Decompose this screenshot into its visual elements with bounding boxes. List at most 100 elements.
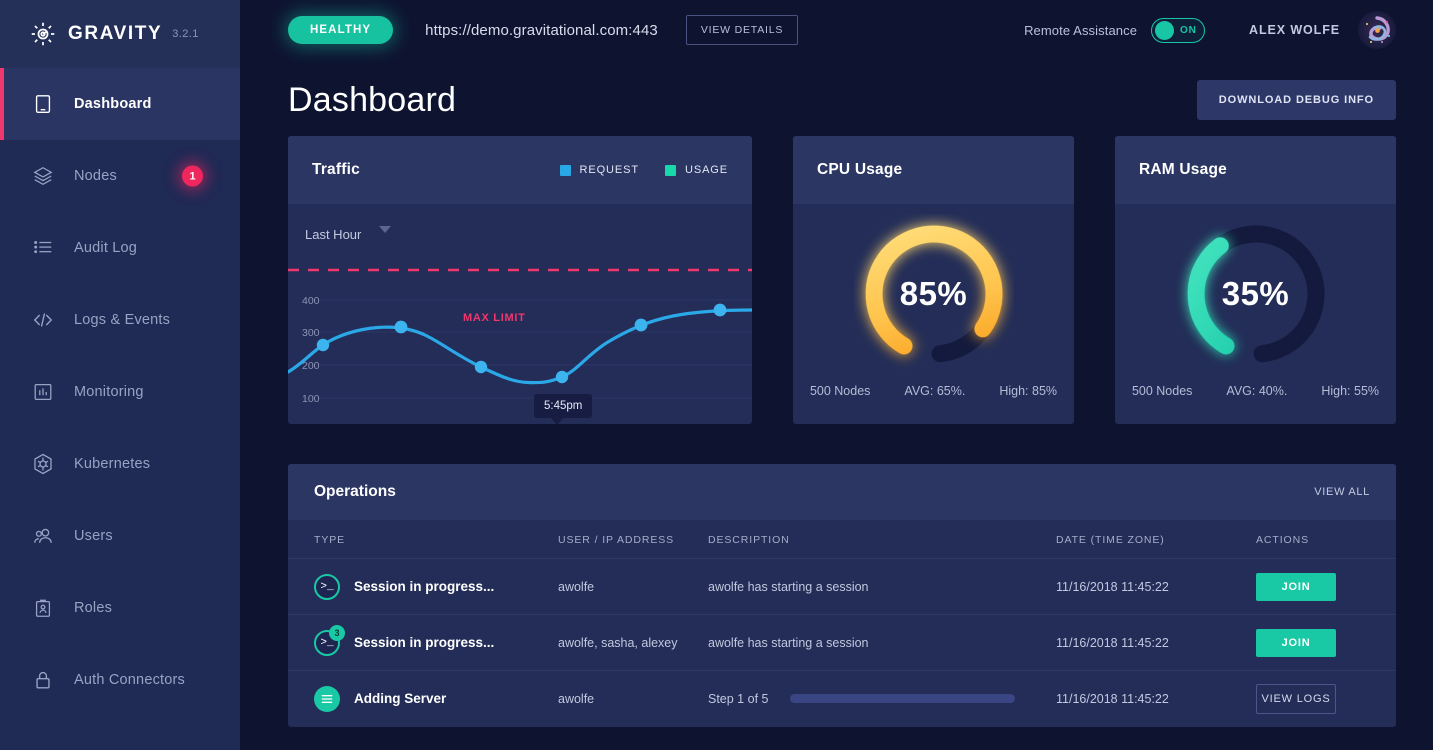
ram-avg: AVG: 40%. bbox=[1226, 384, 1287, 398]
view-all-link[interactable]: VIEW ALL bbox=[1314, 486, 1370, 498]
operation-description: Step 1 of 5 bbox=[708, 692, 768, 706]
cluster-url: https://demo.gravitational.com:443 bbox=[425, 22, 658, 39]
sidebar: GRAVITY 3.2.1 Dashboard bbox=[0, 0, 240, 750]
terminal-icon: >_ bbox=[314, 574, 340, 600]
join-button[interactable]: JOIN bbox=[1256, 573, 1336, 601]
column-header-description: DESCRIPTION bbox=[708, 520, 1056, 559]
operation-user: awolfe bbox=[558, 580, 594, 594]
cpu-usage-card: CPU Usage bbox=[793, 136, 1074, 424]
topbar: HEALTHY https://demo.gravitational.com:4… bbox=[240, 0, 1433, 60]
table-header-row: TYPE USER / IP ADDRESS DESCRIPTION DATE … bbox=[288, 520, 1396, 559]
table-body: >_ Session in progress... awolfe awolfe … bbox=[288, 559, 1396, 727]
sidebar-item-nodes[interactable]: Nodes 1 bbox=[0, 140, 240, 212]
operation-type: Session in progress... bbox=[354, 635, 494, 650]
max-limit-label: MAX LIMIT bbox=[463, 312, 526, 324]
sidebar-item-label: Users bbox=[74, 528, 113, 544]
svg-text:100: 100 bbox=[302, 393, 320, 405]
join-button[interactable]: JOIN bbox=[1256, 629, 1336, 657]
traffic-title: Traffic bbox=[312, 161, 360, 179]
sidebar-item-label: Monitoring bbox=[74, 384, 144, 400]
cards-row: Traffic REQUEST USAGE bbox=[240, 136, 1433, 424]
sidebar-item-logs-events[interactable]: Logs & Events bbox=[0, 284, 240, 356]
operations-card: Operations VIEW ALL TYPE USER / IP ADDRE… bbox=[288, 464, 1396, 727]
column-header-date: DATE (TIME ZONE) bbox=[1056, 520, 1256, 559]
layers-icon bbox=[30, 163, 56, 189]
operation-date: 11/16/2018 11:45:22 bbox=[1056, 580, 1169, 594]
topbar-right: Remote Assistance ON ALEX WOLFE bbox=[1024, 11, 1396, 49]
traffic-card: Traffic REQUEST USAGE bbox=[288, 136, 752, 424]
gear-logo-icon bbox=[30, 21, 56, 47]
remote-assistance-toggle[interactable]: ON bbox=[1151, 18, 1205, 43]
operation-type: Session in progress... bbox=[354, 579, 494, 594]
nodes-badge: 1 bbox=[182, 166, 203, 187]
sidebar-item-label: Logs & Events bbox=[74, 312, 170, 328]
ram-nodes: 500 Nodes bbox=[1132, 384, 1192, 398]
legend-item-request: REQUEST bbox=[560, 164, 639, 176]
operations-title: Operations bbox=[314, 483, 396, 501]
progress-bar bbox=[790, 694, 1015, 703]
ram-gauge-body: 35% 500 Nodes AVG: 40%. High: 55% bbox=[1115, 204, 1396, 424]
traffic-range-label: Last Hour bbox=[305, 227, 361, 242]
sidebar-item-monitoring[interactable]: Monitoring bbox=[0, 356, 240, 428]
list-icon bbox=[30, 235, 56, 261]
download-debug-info-button[interactable]: DOWNLOAD DEBUG INFO bbox=[1197, 80, 1396, 120]
view-details-button[interactable]: VIEW DETAILS bbox=[686, 15, 798, 45]
legend-label: REQUEST bbox=[580, 164, 639, 176]
operation-user: awolfe bbox=[558, 692, 594, 706]
table-row: Adding Server awolfe Step 1 of 5 bbox=[288, 671, 1396, 727]
terminal-glyph: >_ bbox=[320, 581, 333, 593]
ram-card-header: RAM Usage bbox=[1115, 136, 1396, 204]
ram-gauge: 35% bbox=[1176, 214, 1336, 374]
traffic-range-selector[interactable]: Last Hour bbox=[305, 226, 391, 243]
cpu-avg: AVG: 65%. bbox=[904, 384, 965, 398]
chart-tooltip: 5:45pm bbox=[534, 394, 592, 418]
ram-usage-card: RAM Usage bbox=[1115, 136, 1396, 424]
legend-label: USAGE bbox=[685, 164, 728, 176]
badge-id-icon bbox=[30, 595, 56, 621]
sidebar-item-audit-log[interactable]: Audit Log bbox=[0, 212, 240, 284]
ram-stats: 500 Nodes AVG: 40%. High: 55% bbox=[1115, 384, 1396, 398]
cpu-high: High: 85% bbox=[999, 384, 1057, 398]
view-logs-button[interactable]: VIEW LOGS bbox=[1256, 684, 1336, 714]
operations-section: Operations VIEW ALL TYPE USER / IP ADDRE… bbox=[240, 464, 1433, 727]
status-badge: HEALTHY bbox=[288, 16, 393, 44]
sidebar-item-roles[interactable]: Roles bbox=[0, 572, 240, 644]
column-header-type: TYPE bbox=[288, 520, 558, 559]
toggle-state-label: ON bbox=[1180, 25, 1197, 36]
operation-description: awolfe has starting a session bbox=[708, 580, 869, 594]
main-content: HEALTHY https://demo.gravitational.com:4… bbox=[240, 0, 1433, 750]
code-icon bbox=[30, 307, 56, 333]
brand-name: GRAVITY bbox=[68, 23, 162, 45]
traffic-legend: REQUEST USAGE bbox=[560, 164, 729, 176]
cpu-gauge: 85% bbox=[854, 214, 1014, 374]
traffic-chart: 400 300 200 100 bbox=[288, 204, 752, 424]
sidebar-item-auth-connectors[interactable]: Auth Connectors bbox=[0, 644, 240, 716]
operation-type: Adding Server bbox=[354, 691, 446, 706]
terminal-icon: >_ 3 bbox=[314, 630, 340, 656]
table-row: >_ Session in progress... awolfe awolfe … bbox=[288, 559, 1396, 615]
remote-assistance-label: Remote Assistance bbox=[1024, 23, 1137, 38]
brand: GRAVITY 3.2.1 bbox=[0, 0, 240, 68]
sidebar-item-label: Audit Log bbox=[74, 240, 137, 256]
legend-item-usage: USAGE bbox=[665, 164, 728, 176]
operation-date: 11/16/2018 11:45:22 bbox=[1056, 636, 1169, 650]
sidebar-item-label: Auth Connectors bbox=[74, 672, 185, 688]
session-count-badge: 3 bbox=[329, 625, 345, 641]
server-icon bbox=[314, 686, 340, 712]
operation-date: 11/16/2018 11:45:22 bbox=[1056, 692, 1169, 706]
sidebar-item-kubernetes[interactable]: Kubernetes bbox=[0, 428, 240, 500]
page-head: Dashboard DOWNLOAD DEBUG INFO bbox=[240, 60, 1433, 134]
legend-swatch bbox=[560, 165, 571, 176]
sidebar-item-dashboard[interactable]: Dashboard bbox=[0, 68, 240, 140]
dashboard-icon bbox=[30, 91, 56, 117]
type-cell: Adding Server bbox=[314, 686, 558, 712]
cpu-card-header: CPU Usage bbox=[793, 136, 1074, 204]
users-icon bbox=[30, 523, 56, 549]
ram-title: RAM Usage bbox=[1139, 161, 1227, 179]
table-head: TYPE USER / IP ADDRESS DESCRIPTION DATE … bbox=[288, 520, 1396, 559]
svg-text:300: 300 bbox=[302, 327, 320, 339]
progress-cell: Step 1 of 5 bbox=[708, 692, 1056, 706]
sidebar-item-users[interactable]: Users bbox=[0, 500, 240, 572]
column-header-user: USER / IP ADDRESS bbox=[558, 520, 708, 559]
avatar[interactable] bbox=[1358, 11, 1396, 49]
